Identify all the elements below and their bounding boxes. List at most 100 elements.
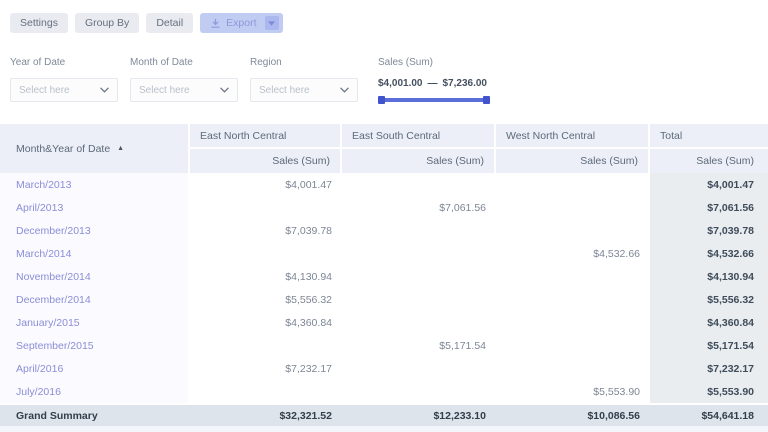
table-row: March/2014 $4,532.66 $4,532.66 <box>0 242 768 265</box>
region-select[interactable]: Select here <box>250 78 358 102</box>
cell-esc <box>342 288 496 311</box>
export-button-label: Export <box>226 17 256 29</box>
cell-enc: $32,321.52 <box>190 405 342 426</box>
sales-range-values: $4,001.00 — $7,236.00 <box>378 78 494 89</box>
grand-summary-row: Grand Summary $32,321.52 $12,233.10 $10,… <box>0 403 768 426</box>
cell-wnc <box>496 265 650 288</box>
select-placeholder: Select here <box>19 85 70 96</box>
page-footer-strip <box>0 426 768 432</box>
cell-total: $4,360.84 <box>650 311 768 334</box>
row-label[interactable]: July/2016 <box>0 380 190 403</box>
range-min-value: $4,001.00 <box>378 78 423 89</box>
column-header-total[interactable]: Total <box>650 124 768 148</box>
table-row: April/2013 $7,061.56 $7,061.56 <box>0 196 768 219</box>
table-row: December/2013 $7,039.78 $7,039.78 <box>0 219 768 242</box>
cell-enc <box>190 242 342 265</box>
cell-enc: $4,360.84 <box>190 311 342 334</box>
cell-esc <box>342 311 496 334</box>
export-dropdown-caret[interactable] <box>265 16 279 30</box>
measure-header: Sales (Sum) <box>496 149 650 173</box>
row-label[interactable]: March/2014 <box>0 242 190 265</box>
year-of-date-select[interactable]: Select here <box>10 78 118 102</box>
cell-total: $5,171.54 <box>650 334 768 357</box>
column-header-east-north-central[interactable]: East North Central <box>190 124 342 148</box>
row-label[interactable]: April/2013 <box>0 196 190 219</box>
row-header-label: Month&Year of Date <box>16 143 110 155</box>
sort-ascending-icon: ▲ <box>117 145 124 152</box>
row-label[interactable]: November/2014 <box>0 265 190 288</box>
cell-wnc <box>496 173 650 196</box>
table-row: September/2015 $5,171.54 $5,171.54 <box>0 334 768 357</box>
toolbar: Settings Group By Detail Export <box>0 0 768 33</box>
cell-wnc <box>496 311 650 334</box>
cell-enc <box>190 196 342 219</box>
filter-region: Region Select here <box>250 57 358 104</box>
row-label[interactable]: April/2016 <box>0 357 190 380</box>
cell-wnc <box>496 357 650 380</box>
slider-handle-min[interactable] <box>378 96 385 104</box>
cell-total: $54,641.18 <box>650 405 768 426</box>
grand-summary-label: Grand Summary <box>0 405 190 426</box>
caret-down-icon <box>268 21 275 26</box>
cell-total: $5,553.90 <box>650 380 768 403</box>
cell-esc <box>342 265 496 288</box>
settings-button[interactable]: Settings <box>10 13 68 33</box>
download-icon <box>210 18 221 29</box>
cell-enc <box>190 380 342 403</box>
cell-esc: $12,233.10 <box>342 405 496 426</box>
range-dash: — <box>428 78 438 89</box>
measure-header: Sales (Sum) <box>650 149 768 173</box>
pivot-table: Month&Year of Date ▲ East North Central … <box>0 124 768 426</box>
cell-enc: $7,039.78 <box>190 219 342 242</box>
cell-total: $7,232.17 <box>650 357 768 380</box>
slider-handle-max[interactable] <box>483 96 490 104</box>
export-button[interactable]: Export <box>200 13 282 33</box>
row-label[interactable]: January/2015 <box>0 311 190 334</box>
cell-esc <box>342 357 496 380</box>
cell-wnc: $5,553.90 <box>496 380 650 403</box>
select-placeholder: Select here <box>139 85 190 96</box>
range-max-value: $7,236.00 <box>443 78 488 89</box>
cell-total: $4,532.66 <box>650 242 768 265</box>
cell-esc: $7,061.56 <box>342 196 496 219</box>
filter-year-of-date: Year of Date Select here <box>10 57 118 104</box>
filter-label: Year of Date <box>10 57 118 68</box>
slider-track[interactable] <box>378 98 490 102</box>
filter-bar: Year of Date Select here Month of Date S… <box>10 57 768 104</box>
cell-enc: $7,232.17 <box>190 357 342 380</box>
row-label[interactable]: December/2013 <box>0 219 190 242</box>
cell-enc <box>190 334 342 357</box>
cell-wnc <box>496 196 650 219</box>
cell-esc: $5,171.54 <box>342 334 496 357</box>
cell-total: $4,001.47 <box>650 173 768 196</box>
sales-range-slider[interactable] <box>378 96 490 104</box>
cell-enc: $4,130.94 <box>190 265 342 288</box>
month-of-date-select[interactable]: Select here <box>130 78 238 102</box>
cell-wnc: $10,086.56 <box>496 405 650 426</box>
filter-label: Month of Date <box>130 57 238 68</box>
filter-month-of-date: Month of Date Select here <box>130 57 238 104</box>
filter-label: Sales (Sum) <box>378 57 494 68</box>
cell-total: $5,556.32 <box>650 288 768 311</box>
table-row: January/2015 $4,360.84 $4,360.84 <box>0 311 768 334</box>
cell-total: $7,061.56 <box>650 196 768 219</box>
cell-enc: $5,556.32 <box>190 288 342 311</box>
cell-wnc <box>496 334 650 357</box>
group-by-button[interactable]: Group By <box>75 13 139 33</box>
filter-label: Region <box>250 57 358 68</box>
chevron-down-icon <box>220 87 229 93</box>
cell-wnc <box>496 219 650 242</box>
column-header-west-north-central[interactable]: West North Central <box>496 124 650 148</box>
cell-wnc: $4,532.66 <box>496 242 650 265</box>
detail-button[interactable]: Detail <box>146 13 193 33</box>
row-label[interactable]: March/2013 <box>0 173 190 196</box>
row-label[interactable]: September/2015 <box>0 334 190 357</box>
measure-header: Sales (Sum) <box>190 149 342 173</box>
column-header-east-south-central[interactable]: East South Central <box>342 124 496 148</box>
cell-total: $7,039.78 <box>650 219 768 242</box>
cell-enc: $4,001.47 <box>190 173 342 196</box>
cell-esc <box>342 219 496 242</box>
measure-header: Sales (Sum) <box>342 149 496 173</box>
row-label[interactable]: December/2014 <box>0 288 190 311</box>
column-header-month-year[interactable]: Month&Year of Date ▲ <box>0 124 190 173</box>
